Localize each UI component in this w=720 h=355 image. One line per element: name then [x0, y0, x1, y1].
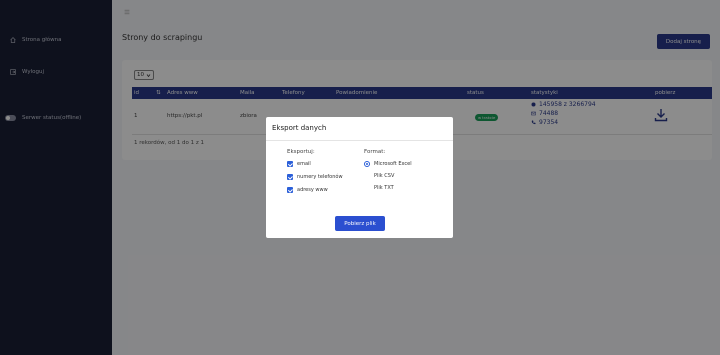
option-label: numery telefonów	[297, 174, 343, 180]
radio-unselected[interactable]	[364, 185, 370, 191]
modal-divider	[266, 140, 453, 141]
format-option-txt[interactable]: Plik TXT	[364, 185, 394, 191]
format-label: Format:	[364, 149, 386, 155]
option-label: Microsoft Excel	[374, 161, 412, 167]
option-label: email	[297, 161, 311, 167]
export-option-phones[interactable]: numery telefonów	[287, 174, 343, 180]
option-label: Plik CSV	[374, 173, 395, 179]
option-label: adresy www	[297, 187, 328, 193]
modal-title: Eksport danych	[272, 124, 327, 132]
checkbox-checked[interactable]	[287, 174, 293, 180]
radio-unselected[interactable]	[364, 173, 370, 179]
option-label: Plik TXT	[374, 185, 394, 191]
checkbox-checked[interactable]	[287, 187, 293, 193]
checkbox-checked[interactable]	[287, 161, 293, 167]
format-option-excel[interactable]: Microsoft Excel	[364, 161, 412, 167]
export-label: Eksportuj:	[287, 149, 315, 155]
export-option-websites[interactable]: adresy www	[287, 187, 328, 193]
export-modal: Eksport danych Eksportuj: email numery t…	[266, 117, 453, 238]
export-option-email[interactable]: email	[287, 161, 311, 167]
radio-selected[interactable]	[364, 161, 370, 167]
download-file-button[interactable]: Pobierz plik	[335, 216, 385, 231]
format-option-csv[interactable]: Plik CSV	[364, 173, 394, 179]
